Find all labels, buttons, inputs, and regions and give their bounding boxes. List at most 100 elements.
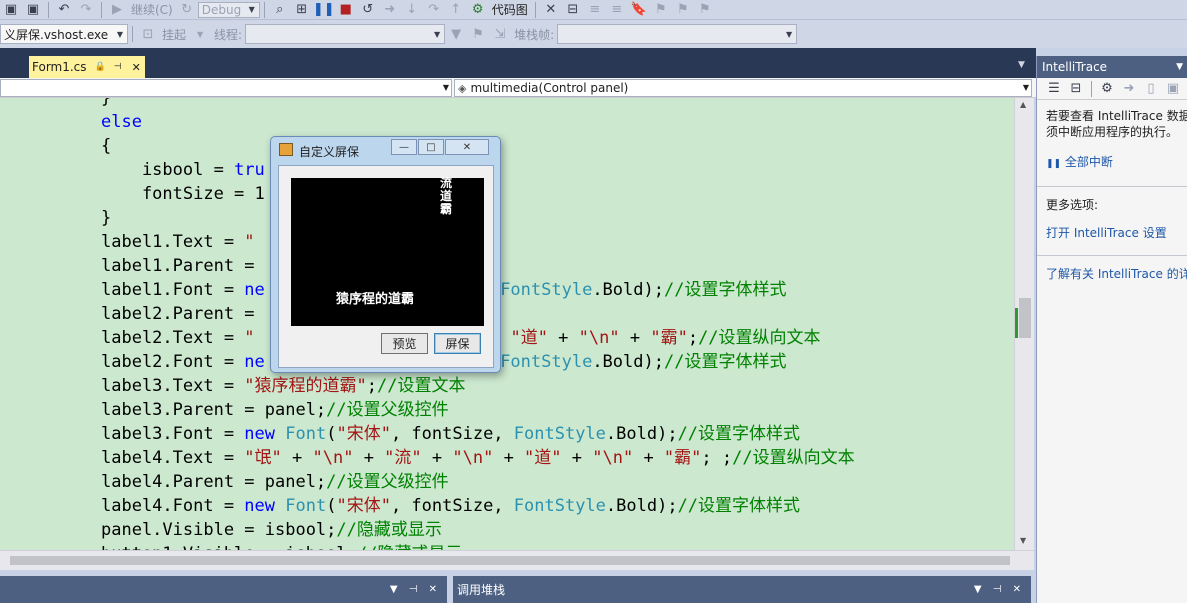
save-all-icon[interactable]: ▣ <box>24 1 42 19</box>
continue-icon[interactable]: ▶ <box>108 1 126 19</box>
tab-label: Form1.cs <box>32 60 87 74</box>
chevron-down-icon[interactable]: ▼ <box>1176 62 1183 72</box>
code-map-icon[interactable]: ⚙ <box>469 1 487 19</box>
lock-icon: 🔒 <box>94 62 106 72</box>
tab-dropdown-icon[interactable]: ▼ <box>1018 60 1025 70</box>
uncomment-icon[interactable]: ≡ <box>608 1 626 19</box>
code-token: label2.Text = <box>101 328 245 348</box>
thread-dropdown[interactable]: ▼ <box>245 24 446 44</box>
code-token: FontStyle <box>500 352 593 372</box>
stackframe-dropdown[interactable]: ▼ <box>557 24 798 44</box>
member-value: multimedia(Control panel) <box>470 81 629 95</box>
open-icon[interactable]: ▯ <box>1142 80 1160 98</box>
intellitrace-toolbar: ☰ ⊟ ⚙ ➜ ▯ ▣ <box>1037 78 1187 100</box>
break-all-link[interactable]: ❚❚ 全部中断 <box>1046 154 1187 172</box>
preview-button[interactable]: 预览 <box>381 333 428 354</box>
prev-bookmark-icon[interactable]: ⚑ <box>652 1 670 19</box>
learn-more-link[interactable]: 了解有关 IntelliTrace 的详 <box>1046 266 1187 282</box>
suspend-icon[interactable]: ⊡ <box>139 25 157 43</box>
intellitrace-panel: IntelliTrace ▼ ☰ ⊟ ⚙ ➜ ▯ ▣ 若要查看 IntelliT… <box>1036 56 1187 603</box>
continue-button[interactable]: 继续(C) <box>128 1 176 18</box>
scroll-down-icon[interactable]: ▼ <box>1020 536 1026 545</box>
screensaver-button[interactable]: 屏保 <box>434 333 481 354</box>
bookmark-icon[interactable]: 🔖 <box>630 1 648 19</box>
save-icon[interactable]: ▣ <box>1164 80 1182 98</box>
step-icon[interactable]: ➜ <box>1120 80 1138 98</box>
pause-icon[interactable]: ❚❚ <box>313 1 335 19</box>
step-over-icon[interactable]: ↷ <box>425 1 443 19</box>
code-token: //设置父级控件 <box>326 400 449 420</box>
chevron-down-icon: ▼ <box>433 29 441 39</box>
scroll-up-icon[interactable]: ▲ <box>1020 100 1026 109</box>
chevron-down-icon: ▼ <box>1022 83 1029 92</box>
code-token: ( <box>326 496 337 516</box>
code-token: + <box>421 448 453 468</box>
flag-icon[interactable]: ⚑ <box>469 25 487 43</box>
process-dropdown[interactable]: 义屏保.vshost.exe ▼ <box>0 24 128 44</box>
code-token: .Bold); <box>605 424 678 444</box>
code-line: label3.Font = new Font("宋体", fontSize, F… <box>101 422 855 446</box>
pin-icon[interactable]: ⊣ <box>114 62 122 72</box>
collapse-icon[interactable]: ⇲ <box>491 25 509 43</box>
filter-icon[interactable]: ▼ <box>447 25 465 43</box>
save-icon[interactable]: ▣ <box>2 1 20 19</box>
callstack-panel-header: 调用堆栈 ▼ ⊣ ✕ <box>453 576 1031 603</box>
code-line: else <box>101 110 855 134</box>
separator <box>534 1 536 18</box>
callstack-title: 调用堆栈 <box>457 583 506 597</box>
step-into-icon[interactable]: ↓ <box>403 1 421 19</box>
redo-icon[interactable]: ↷ <box>77 1 95 19</box>
divider <box>1037 255 1187 256</box>
code-map-button[interactable]: 代码图 <box>489 1 531 18</box>
code-token: label4.Parent = panel; <box>101 472 327 492</box>
screensaver-dialog: 自定义屏保 — □ ✕ 流道霸 猿序程的道霸 预览 屏保 <box>270 136 501 373</box>
code-token: FontStyle <box>500 280 593 300</box>
hex-icon[interactable]: ✕ <box>542 1 560 19</box>
restart-icon[interactable]: ↺ <box>359 1 377 19</box>
list-icon[interactable]: ☰ <box>1045 80 1063 98</box>
tab-form1-cs[interactable]: Form1.cs 🔒 ⊣ ✕ <box>29 56 145 78</box>
suspend-button[interactable]: 挂起 <box>159 26 189 43</box>
type-dropdown[interactable]: ▼ <box>0 79 452 97</box>
panel-controls[interactable]: ▼ ⊣ ✕ <box>390 584 441 595</box>
code-token: //设置父级控件 <box>326 472 449 492</box>
code-line: label3.Text = "猿序程的道霸";//设置文本 <box>101 374 855 398</box>
close-icon[interactable]: ✕ <box>445 139 489 155</box>
maximize-icon[interactable]: □ <box>418 139 444 155</box>
thread-icon[interactable]: ⊟ <box>564 1 582 19</box>
close-icon[interactable]: ✕ <box>132 61 141 74</box>
member-dropdown[interactable]: ◈ multimedia(Control panel) ▼ <box>454 79 1032 97</box>
code-token: ; ; <box>701 448 733 468</box>
code-token: new <box>244 496 276 516</box>
config-dropdown[interactable]: Debug ▼ <box>197 1 260 18</box>
gear-icon[interactable]: ⚙ <box>1098 80 1116 98</box>
next-bookmark-icon[interactable]: ⚑ <box>674 1 692 19</box>
comment-icon[interactable]: ≡ <box>586 1 604 19</box>
scroll-thumb[interactable] <box>1019 298 1031 338</box>
horizontal-scrollbar[interactable] <box>0 550 1034 570</box>
calls-icon[interactable]: ⊟ <box>1067 80 1085 98</box>
separator <box>48 1 49 18</box>
code-token: new <box>244 424 276 444</box>
undo-icon[interactable]: ↶ <box>55 1 73 19</box>
code-token: //设置字体样式 <box>677 496 801 516</box>
open-settings-link[interactable]: 打开 IntelliTrace 设置 <box>1046 225 1187 241</box>
vertical-scrollbar[interactable]: ▲ ▼ <box>1014 98 1034 550</box>
clear-bookmarks-icon[interactable]: ⚑ <box>696 1 714 19</box>
show-next-icon[interactable]: ➜ <box>381 1 399 19</box>
refresh-icon[interactable]: ↻ <box>178 1 196 19</box>
code-token: "\n" <box>452 448 494 468</box>
step-out-icon[interactable]: ↑ <box>447 1 465 19</box>
panel-controls[interactable]: ▼ ⊣ ✕ <box>974 584 1025 595</box>
code-token: + <box>561 448 593 468</box>
find-icon[interactable]: ⌕ <box>271 1 289 19</box>
stop-icon[interactable]: ■ <box>337 1 355 19</box>
code-editor[interactable]: } else { isbool = tru fontSize = 1} label1.… <box>0 98 1014 550</box>
scroll-thumb[interactable] <box>10 556 1010 565</box>
navigation-bar: ▼ ◈ multimedia(Control panel) ▼ <box>0 78 1036 98</box>
vs-window: ▣ ▣ ↶ ↷ ▶ 继续(C) ↻ Debug ▼ ⌕ ⊞ ❚❚ ■ ↺ ➜ ↓ … <box>0 0 1187 603</box>
dialog-title: 自定义屏保 <box>299 145 360 159</box>
minimize-icon[interactable]: — <box>391 139 417 155</box>
code-token: .Bold); <box>592 352 664 372</box>
attach-icon[interactable]: ⊞ <box>293 1 311 19</box>
